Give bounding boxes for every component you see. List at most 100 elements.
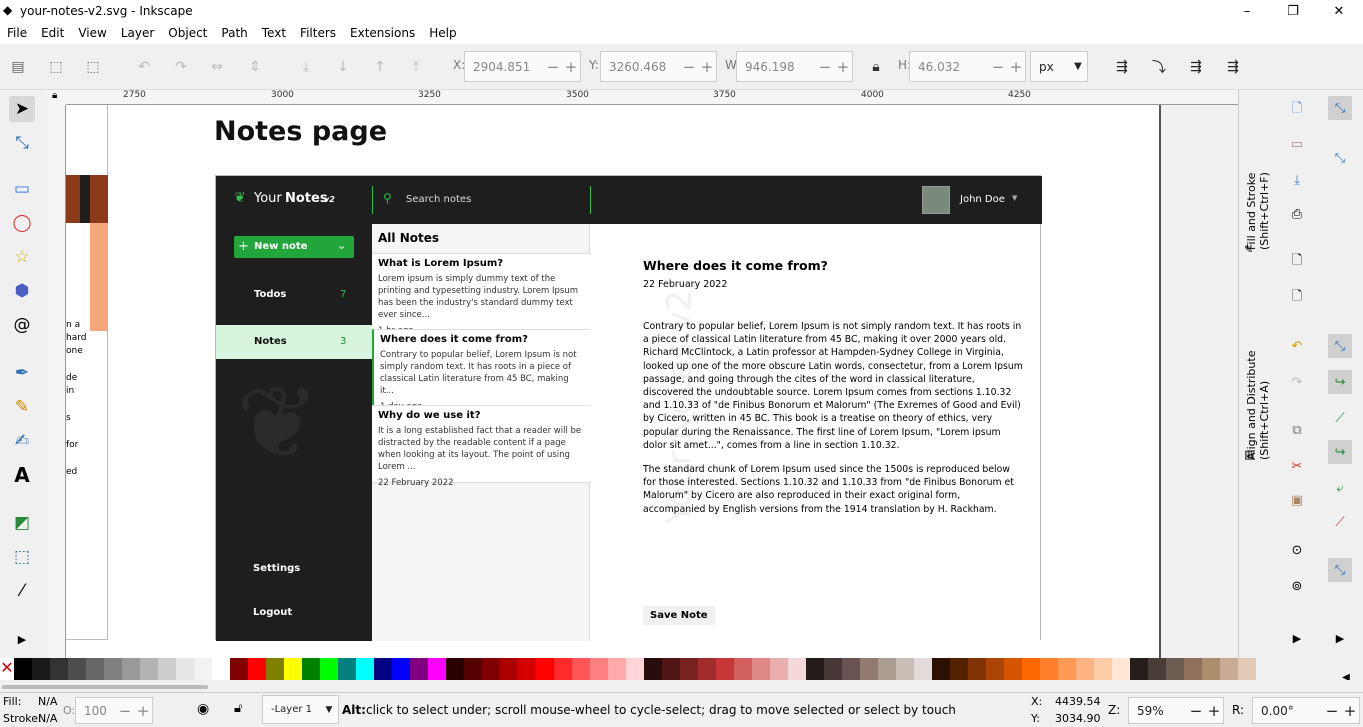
snap-rotation-icon[interactable]: ⤡ [1328,558,1352,582]
color-swatch[interactable] [1112,658,1130,680]
color-swatch[interactable] [572,658,590,680]
color-swatch[interactable] [1058,658,1076,680]
color-swatch[interactable] [1094,658,1112,680]
select-all-layers-icon[interactable]: ⬚ [45,56,67,78]
color-swatch[interactable] [518,658,536,680]
palette-scrollbar[interactable] [0,680,1363,692]
rectangle-tool-icon[interactable]: ▭ [9,176,35,202]
plus-icon[interactable]: + [134,702,152,720]
list-item[interactable]: Why do we use it? It is a long establish… [372,405,590,488]
menu-file[interactable]: File [0,26,34,40]
raise-top-icon[interactable]: ⤒ [405,56,427,78]
expand-commands-icon[interactable]: ▶ [1285,626,1309,650]
menu-view[interactable]: View [71,26,113,40]
color-swatch[interactable] [1184,658,1202,680]
color-swatch[interactable] [680,658,698,680]
color-palette[interactable]: ✕ [0,658,1363,680]
import-icon[interactable]: 🗋 [1285,250,1309,274]
nav-item-notes[interactable]: Notes [254,336,287,347]
color-swatch[interactable] [824,658,842,680]
text-tool-icon[interactable]: A [9,462,35,488]
color-swatch[interactable] [68,658,86,680]
expand-tools-icon[interactable]: ▶ [9,626,35,652]
lower-icon[interactable]: ↓ [332,56,354,78]
color-swatch[interactable] [320,658,338,680]
menu-text[interactable]: Text [255,26,293,40]
lock-guides-icon[interactable]: 🔒︎ [52,90,57,101]
color-swatch[interactable] [158,658,176,680]
snap-midpoints-icon[interactable]: ⤶ [1328,476,1352,500]
copy-icon[interactable]: ⧉ [1285,418,1309,442]
color-swatch[interactable] [1220,658,1238,680]
flip-horizontal-icon[interactable]: ⇔ [206,56,228,78]
export-icon[interactable]: 🗋 [1285,286,1309,310]
color-swatch[interactable] [194,658,212,680]
color-swatch[interactable] [950,658,968,680]
color-swatch[interactable] [1202,658,1220,680]
snap-centers-icon[interactable]: ⟋ [1328,510,1352,534]
toggle-lock-icon[interactable]: 🔓︎ [234,701,242,716]
zoom-selection-icon[interactable]: ⊙ [1285,538,1309,562]
calligraphy-tool-icon[interactable]: ✍ [9,428,35,454]
plus-icon[interactable]: + [1341,702,1359,720]
menu-filters[interactable]: Filters [293,26,343,40]
menu-path[interactable]: Path [214,26,254,40]
maximize-button[interactable]: ❐ [1270,0,1316,22]
color-swatch[interactable] [662,658,680,680]
snap-smooth-icon[interactable]: ↪ [1328,440,1352,464]
plus-icon[interactable]: + [1007,58,1025,76]
h-field[interactable]: 46.032− + [909,51,1026,82]
scale-stroke-icon[interactable]: ⇶ [1111,56,1133,78]
color-swatch[interactable] [428,658,446,680]
opacity-field[interactable]: 100− + [75,697,153,724]
snap-paths-icon[interactable]: ↪ [1328,370,1352,394]
deselect-icon[interactable]: ⬚ [82,56,104,78]
expand-snap-icon[interactable]: ▶ [1328,626,1352,650]
color-swatch[interactable] [104,658,122,680]
menu-extensions[interactable]: Extensions [343,26,422,40]
minus-icon[interactable]: − [1323,702,1341,720]
color-swatch[interactable] [716,658,734,680]
save-note-button[interactable]: Save Note [643,606,715,625]
cut-icon[interactable]: ✂ [1285,454,1309,478]
color-swatch[interactable] [770,658,788,680]
plus-icon[interactable]: + [834,58,852,76]
minimize-button[interactable]: – [1224,0,1270,22]
move-patterns-icon[interactable]: ⇶ [1222,56,1244,78]
color-swatch[interactable] [860,658,878,680]
color-swatch[interactable] [1130,658,1148,680]
color-swatch[interactable] [86,658,104,680]
menu-layer[interactable]: Layer [114,26,161,40]
color-swatch[interactable] [608,658,626,680]
color-swatch[interactable] [50,658,68,680]
color-swatch[interactable] [302,658,320,680]
snap-toggle-icon[interactable]: ⤡ [1328,96,1352,120]
plus-icon[interactable]: + [1205,702,1223,720]
color-swatch[interactable] [464,658,482,680]
avatar[interactable] [922,186,950,214]
close-button[interactable]: ✕ [1316,0,1362,22]
user-name[interactable]: John Doe [960,194,1005,205]
settings-link[interactable]: Settings [253,563,300,574]
minus-icon[interactable]: − [816,58,834,76]
color-swatch[interactable] [878,658,896,680]
search-input[interactable]: Search notes [406,194,471,205]
rotate-ccw-icon[interactable]: ↶ [133,56,155,78]
selector-tool-icon[interactable]: ➤ [9,96,35,122]
color-swatch[interactable] [788,658,806,680]
unit-select[interactable]: px ▼ [1030,51,1088,82]
bezier-tool-icon[interactable]: ✒ [9,360,35,386]
color-swatch[interactable] [176,658,194,680]
vertical-ruler[interactable] [47,105,66,658]
nav-item-todos[interactable]: Todos [254,289,286,300]
open-icon[interactable]: ▭ [1285,132,1309,156]
color-swatch[interactable] [338,658,356,680]
logout-link[interactable]: Logout [253,607,292,618]
snap-intersections-icon[interactable]: ⟋ [1328,406,1352,430]
3d-box-tool-icon[interactable]: ⬢ [9,278,35,304]
color-swatch[interactable] [626,658,644,680]
color-swatch[interactable] [1166,658,1184,680]
color-swatch[interactable] [1148,658,1166,680]
notes-app-mockup[interactable]: ❦ Your Notes v2 ⚲ Search notes John Doe … [215,175,1042,641]
zoom-drawing-icon[interactable]: ⊚ [1285,574,1309,598]
